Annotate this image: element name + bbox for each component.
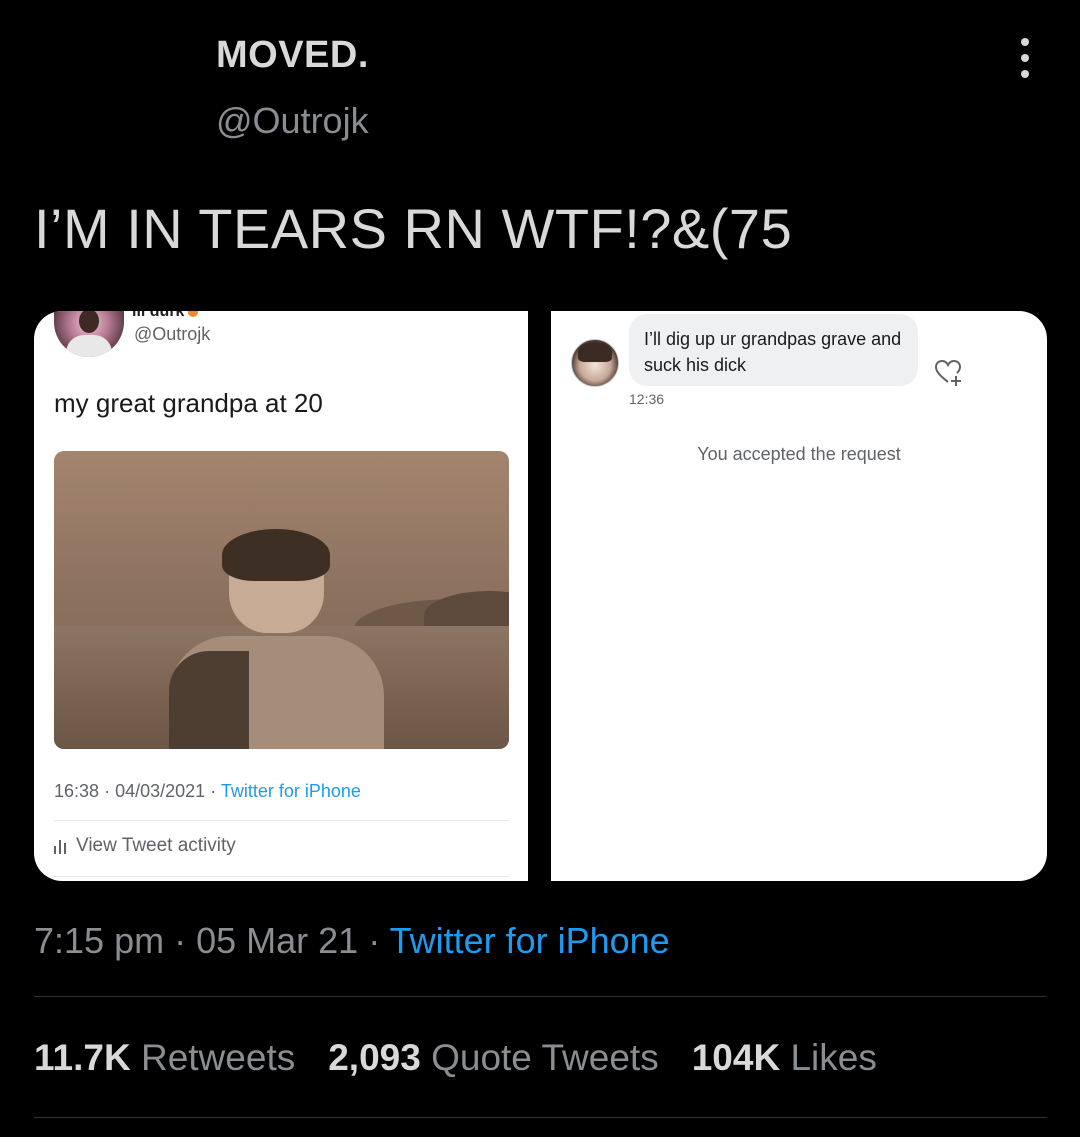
tweet-time[interactable]: 7:15 pm <box>34 920 164 961</box>
screenshot-meta: 16:38 · 04/03/2021 · Twitter for iPhone <box>54 781 361 801</box>
screenshot-tweet-text: my great grandpa at 20 <box>54 388 323 418</box>
tweet-date[interactable]: 05 Mar 21 <box>196 920 358 961</box>
screenshot-divider-bottom <box>54 876 509 877</box>
activity-bars-icon <box>54 838 66 854</box>
screenshot-photo <box>54 451 509 749</box>
dm-message-text: I’ll dig up ur grandpas grave and suck h… <box>644 329 902 375</box>
tweet-meta: 7:15 pm · 05 Mar 21 · Twitter for iPhone <box>34 920 670 961</box>
tweet-media[interactable]: lil durk @Outrojk my great grandpa at 20… <box>34 311 1047 881</box>
heart-plus-icon <box>934 359 962 386</box>
screenshot-avatar <box>54 311 124 357</box>
quote-tweets-stat[interactable]: 2,093 Quote Tweets <box>328 1037 659 1079</box>
screenshot-divider <box>54 820 509 821</box>
tweet-source[interactable]: Twitter for iPhone <box>390 920 670 961</box>
media-image-left[interactable]: lil durk @Outrojk my great grandpa at 20… <box>34 311 528 881</box>
retweets-stat[interactable]: 11.7K Retweets <box>34 1037 295 1079</box>
screenshot-display-name: lil durk <box>132 311 199 321</box>
more-options-icon[interactable] <box>1010 38 1040 78</box>
dm-status: You accepted the request <box>697 444 901 464</box>
divider-top <box>34 996 1047 997</box>
screenshot-handle: @Outrojk <box>134 324 211 344</box>
tweet-text: I’M IN TEARS RN WTF!?&(75 <box>34 197 793 260</box>
media-image-right[interactable]: I’ll dig up ur grandpas grave and suck h… <box>551 311 1047 881</box>
dm-message-time: 12:36 <box>629 391 665 407</box>
author-display-name[interactable]: MOVED. <box>216 34 369 77</box>
dm-avatar <box>571 339 619 387</box>
likes-stat[interactable]: 104K Likes <box>692 1037 877 1079</box>
screenshot-activity: View Tweet activity <box>54 835 236 857</box>
author-handle[interactable]: @Outrojk <box>216 100 369 142</box>
engagement-stats: 11.7K Retweets 2,093 Quote Tweets 104K L… <box>34 1037 877 1079</box>
divider-bottom <box>34 1117 1047 1118</box>
